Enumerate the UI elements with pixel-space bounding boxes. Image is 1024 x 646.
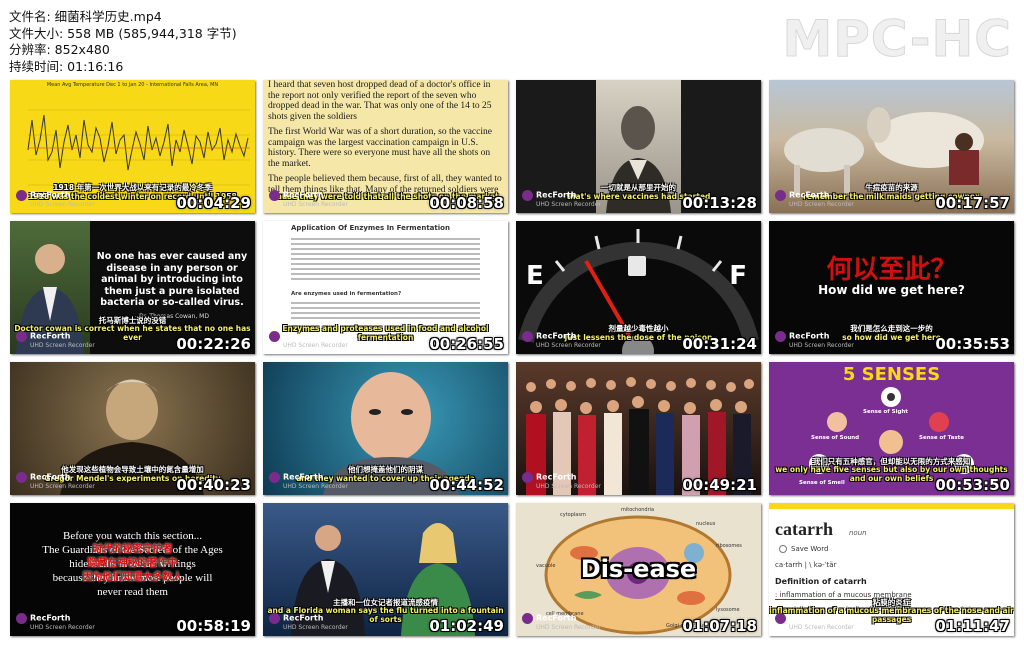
timestamp: 00:17:57 (935, 194, 1010, 212)
recforth-logo-icon (16, 190, 27, 201)
recforth-logo-icon (775, 190, 786, 201)
timestamp: 00:49:21 (682, 476, 757, 494)
timestamp: 00:53:50 (935, 476, 1010, 494)
watermark: RecForth UHD Screen Recorder (16, 472, 95, 490)
timestamp: 01:07:18 (682, 617, 757, 635)
dictionary-pos: noun (849, 529, 867, 537)
cell-label-nucleus: nucleus (696, 521, 716, 527)
watermark: RecForth UHD Screen Recorder (16, 613, 95, 631)
recforth-logo-icon (16, 472, 27, 483)
recforth-logo-icon (775, 613, 786, 624)
timestamp: 00:40:23 (176, 476, 251, 494)
thumbnail-7[interactable]: E F 剂量越少毒性越小 just lessens the dose of the… (516, 221, 761, 354)
recforth-logo-icon (522, 613, 533, 624)
thumbnail-12[interactable]: 5 SENSES Sense of Sight Sense of Sound S… (769, 362, 1014, 495)
thumbnail-3[interactable]: 一切就是从那里开始的 that's where vaccines had star… (516, 80, 761, 213)
en-title: How did we get here? (818, 283, 965, 297)
watermark: RecForth UHD Screen Recorder (775, 190, 854, 208)
article-heading: Application Of Enzymes In Fermentation (291, 224, 450, 232)
resolution: 分辨率: 852x480 (9, 42, 110, 57)
timestamp: 00:08:58 (429, 194, 504, 212)
timestamp: 01:02:49 (429, 617, 504, 635)
cell-label-ribosomes: ribosomes (716, 543, 742, 549)
gauge-empty-label: E (526, 261, 544, 291)
file-name: 文件名: 细菌科学历史.mp4 (9, 9, 162, 24)
watermark: RecForth UHD Screen Recorder (775, 331, 854, 349)
cn-title: 何以至此？ (826, 255, 957, 285)
timestamp: 00:35:53 (935, 335, 1010, 353)
timestamp: 00:58:19 (176, 617, 251, 635)
timestamp: 00:26:55 (429, 335, 504, 353)
watermark: RecForth UHD Screen Recorder (522, 190, 601, 208)
file-size: 文件大小: 558 MB (585,944,318 字节) (9, 25, 237, 41)
article-lines (291, 235, 480, 283)
save-icon[interactable] (779, 545, 787, 553)
article-subheading: Are enzymes used in fermentation? (291, 291, 402, 297)
cell-label-cytoplasm: cytoplasm (560, 512, 586, 518)
recforth-logo-icon (522, 331, 533, 342)
recforth-logo-icon (269, 190, 280, 201)
thumbnail-6[interactable]: Application Of Enzymes In Fermentation A… (263, 221, 508, 354)
timestamp: 00:13:28 (682, 194, 757, 212)
article-lines-2 (291, 299, 480, 322)
thumbnail-10[interactable]: 他们想掩盖他们的阴谋 and they wanted to cover up th… (263, 362, 508, 495)
watermark: RecForth UHD Screen Recorder (16, 331, 95, 349)
watermark: RecForth UHD Screen Recorder (16, 190, 95, 208)
watermark: RecForth UHD Screen Recorder (522, 613, 601, 631)
recforth-logo-icon (522, 190, 533, 201)
brand-logo: MPC-HC (782, 10, 1012, 69)
dictionary-word: catarrh (775, 519, 833, 539)
intro-text-cn: 时代的秘密守护者 隐藏在神秘的著作中 因为他们知道大多数人 (82, 544, 183, 583)
watermark: RecForth UHD Screen Recorder (269, 331, 348, 349)
pronunciation: ca·tarrh | \ kə-ˈtär (775, 561, 837, 569)
recforth-logo-icon (16, 613, 27, 624)
thumbnail-4[interactable]: 牛痘疫苗的来源 remember the milk maids getting c… (769, 80, 1014, 213)
watermark: RecForth UHD Screen Recorder (775, 613, 854, 631)
thumbnail-1[interactable]: Mean Avg Temperature Dec 1 to Jan 20 - I… (10, 80, 255, 213)
thumbnail-5[interactable]: No one has ever caused any disease in an… (10, 221, 255, 354)
timestamp: 01:11:47 (935, 617, 1010, 635)
watermark: RecForth UHD Screen Recorder (269, 190, 348, 208)
recforth-logo-icon (269, 331, 280, 342)
file-info: 文件名: 细菌科学历史.mp4 文件大小: 558 MB (585,944,31… (9, 9, 237, 75)
timestamp: 00:44:52 (429, 476, 504, 494)
cell-label-vacuole: vacuole (536, 563, 556, 569)
thumbnail-14[interactable]: 主播和一位女记者报道流感疫情 and a Florida woman says t… (263, 503, 508, 636)
watermark: RecForth UHD Screen Recorder (269, 472, 348, 490)
watermark: RecForth UHD Screen Recorder (269, 613, 348, 631)
thumbnail-15[interactable]: Dis-ease cytoplasm mitochondria nucleus … (516, 503, 761, 636)
sense-sound-label: Sense of Sound (811, 435, 860, 441)
gauge-full-label: F (729, 261, 747, 291)
recforth-logo-icon (16, 331, 27, 342)
thumbnail-11[interactable]: RecForth UHD Screen Recorder 00:49:21 (516, 362, 761, 495)
duration: 持续时间: 01:16:16 (9, 58, 124, 74)
timestamp: 00:04:29 (176, 194, 251, 212)
sense-sight-label: Sense of Sight (863, 409, 908, 415)
thumbnail-16[interactable]: catarrh noun Save Word ca·tarrh | \ kə-ˈ… (769, 503, 1014, 636)
sense-taste-label: Sense of Taste (919, 435, 964, 441)
recforth-logo-icon (775, 331, 786, 342)
thumbnail-9[interactable]: 他发现这些植物会导致土壤中的氮含量增加 Gregor Mendel's exper… (10, 362, 255, 495)
thumbnail-13[interactable]: Before you watch this section... The Guar… (10, 503, 255, 636)
cell-label-lysosome: lysosome (716, 607, 740, 613)
watermark: RecForth UHD Screen Recorder (522, 331, 601, 349)
thumbnail-2[interactable]: I heard that seven host dropped dead of … (263, 80, 508, 213)
timestamp: 00:22:26 (176, 335, 251, 353)
recforth-logo-icon (269, 613, 280, 624)
watermark: RecForth UHD Screen Recorder (522, 472, 601, 490)
definition-title: Definition of catarrh (775, 577, 867, 586)
thumbnail-8[interactable]: 何以至此？ How did we get here? 我们是怎么走到这一步的 so… (769, 221, 1014, 354)
article-text: I heard that seven host dropped dead of … (268, 80, 502, 195)
recforth-logo-icon (522, 472, 533, 483)
timestamp: 00:31:24 (682, 335, 757, 353)
save-word-button[interactable]: Save Word (791, 545, 828, 553)
recforth-logo-icon (269, 472, 280, 483)
disease-word: Dis-ease (580, 555, 697, 583)
quote-text: No one has ever caused any disease in an… (96, 251, 248, 308)
cell-label-mitochondria: mitochondria (621, 507, 655, 513)
